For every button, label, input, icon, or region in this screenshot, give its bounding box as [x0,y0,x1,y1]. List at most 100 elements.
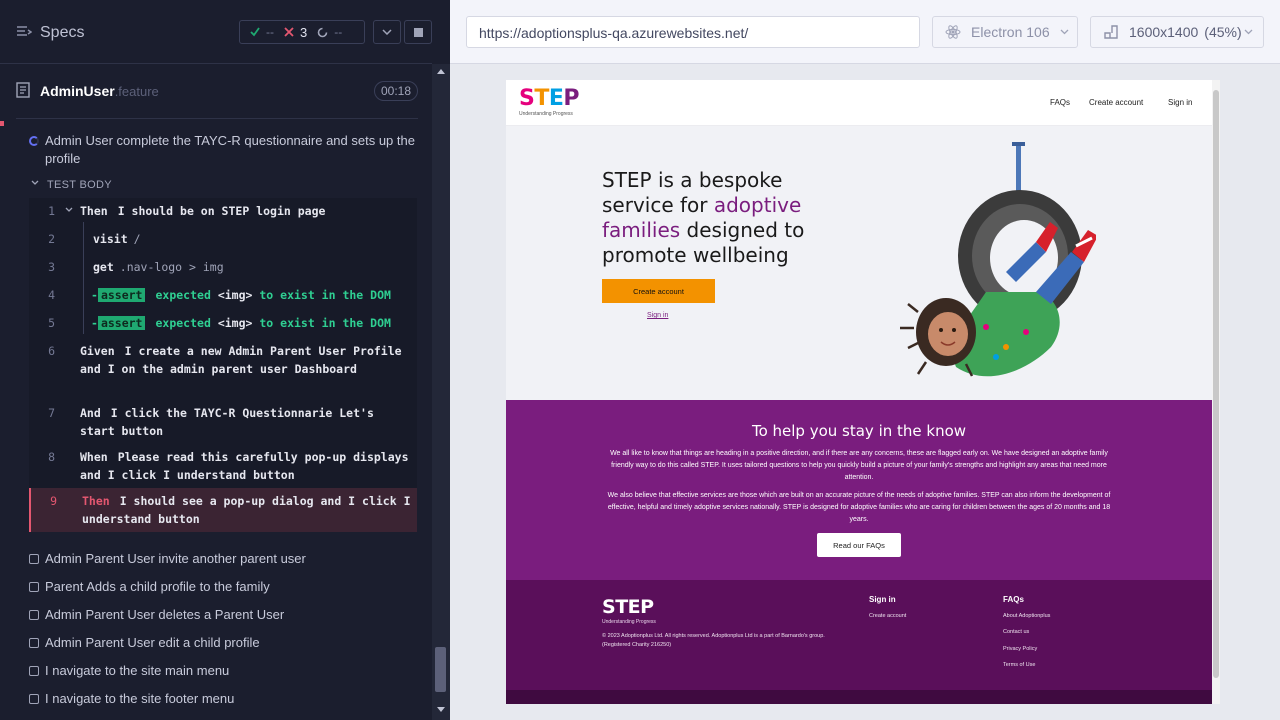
pending-icon [29,610,39,620]
pending-test-item[interactable]: Admin Parent User edit a child profile [29,634,419,654]
command-row[interactable]: 8 When Please read this carefully pop-up … [29,448,417,484]
electron-icon [945,25,961,39]
failed-stat: 3 [284,25,307,40]
command-keyword: visit [93,232,128,246]
pending-test-label: I navigate to the site main menu [45,663,230,678]
specs-icon[interactable] [16,24,32,40]
pending-test-item[interactable]: Admin Parent User invite another parent … [29,550,419,570]
site-logo[interactable]: STEP Understanding Progress [519,86,580,118]
aut-scrollbar-thumb[interactable] [1213,90,1219,678]
spec-name: AdminUser [40,83,115,99]
pending-test-label: Admin Parent User edit a child profile [45,635,260,650]
command-row[interactable]: 6 Given I create a new Admin Parent User … [29,342,417,396]
tyre-swing-illustration [900,142,1096,377]
reporter-header: Specs -- 3 -- [0,0,432,64]
duration-badge: 00:18 [373,81,418,101]
assert-text: to exist in the DOM [259,288,391,302]
current-test-title[interactable]: Admin User complete the TAYC-R questionn… [45,132,415,168]
command-row[interactable]: 7 And I click the TAYC-R Questionnarie Le… [29,404,417,440]
sign-in-link[interactable]: Sign in [647,312,668,319]
command-keyword: And [80,406,101,420]
info-section: To help you stay in the know We all like… [506,400,1212,580]
command-number: 6 [48,344,55,358]
info-paragraph: We also believe that effective services … [607,492,1111,523]
footer-copyright: © 2023 Adoptionplus Ltd. All rights rese… [602,633,825,648]
browser-name: Electron 106 [971,24,1050,40]
footer-link[interactable]: Create account [869,613,906,619]
preview-toolbar: https://adoptionsplus-qa.azurewebsites.n… [450,0,1280,64]
command-row-failed[interactable]: 9 Then I should see a pop-up dialog and I… [29,488,417,532]
footer-link[interactable]: Contact us [1003,629,1029,635]
app-preview-panel: https://adoptionsplus-qa.azurewebsites.n… [450,0,1280,720]
command-text: I click the TAYC-R Questionnarie Let's s… [80,406,374,438]
logo-wordmark: STEP [519,86,580,111]
logo-wordmark: STEP [602,596,654,618]
nav-faqs-link[interactable]: FAQs [1050,98,1070,107]
nesting-line [83,222,84,334]
nav-create-account-link[interactable]: Create account [1089,98,1143,107]
site-nav: STEP Understanding Progress FAQs Create … [506,80,1212,126]
footer-bottom-strip [506,690,1212,704]
dropdown-button[interactable] [373,20,401,44]
assert-badge: assert [97,316,146,330]
command-number: 5 [48,316,55,330]
pending-icon [29,666,39,676]
site-footer: STEP Understanding Progress © 2023 Adopt… [506,580,1212,690]
passed-stat: -- [250,25,274,39]
chevron-down-icon[interactable] [65,207,73,213]
pending-test-item[interactable]: I navigate to the site main menu [29,662,419,682]
url-bar[interactable]: https://adoptionsplus-qa.azurewebsites.n… [466,16,920,48]
footer-link[interactable]: Terms of Use [1003,662,1035,668]
command-log: 1 Then I should be on STEP login page 2 v… [29,198,417,532]
command-text: I should see a pop-up dialog and I click… [82,494,411,526]
chevron-down-icon[interactable] [31,180,39,186]
spinner-icon [317,27,328,37]
scrollbar-thumb[interactable] [435,647,446,692]
hero-section: STEP is a bespoke service for adoptive f… [506,126,1212,400]
assert-element: <img> [217,288,253,302]
read-faqs-button[interactable]: Read our FAQs [817,533,901,557]
scroll-up-arrow[interactable] [437,69,445,74]
viewport-selector[interactable]: 1600x1400 (45%) [1090,16,1264,48]
footer-faqs-heading[interactable]: FAQs [1003,595,1024,604]
zoom-level: (45%) [1204,24,1242,40]
chevron-down-icon [382,29,392,35]
pending-icon [29,582,39,592]
command-keyword: get [93,260,114,274]
command-number: 2 [48,232,55,246]
pending-test-item[interactable]: Parent Adds a child profile to the famil… [29,578,419,598]
pending-test-item[interactable]: I navigate to the site footer menu [29,690,419,710]
pending-icon [29,694,39,704]
pending-test-label: I navigate to the site footer menu [45,691,235,706]
specs-title[interactable]: Specs [40,24,84,42]
assert-element: <img> [217,316,253,330]
spec-file-row[interactable]: AdminUser.feature 00:18 [16,80,418,104]
pending-test-item[interactable]: Admin Parent User deletes a Parent User [29,606,419,626]
check-icon [250,27,260,37]
nav-sign-in-link[interactable]: Sign in [1168,98,1192,107]
footer-signin-heading[interactable]: Sign in [869,595,896,604]
passed-count: -- [266,25,274,39]
footer-link[interactable]: About Adoptionplus [1003,613,1050,619]
scrollbar-track[interactable] [432,64,450,720]
footer-logo[interactable]: STEP Understanding Progress [602,596,656,625]
command-text: I should be on STEP login page [117,204,326,218]
aut-scrollbar[interactable] [1212,80,1220,704]
command-number: 7 [48,406,55,420]
spec-file-name: AdminUser.feature [40,83,159,99]
hero-heading: STEP is a bespoke service for adoptive f… [602,168,832,268]
failure-marker [0,121,4,126]
stop-button[interactable] [404,20,432,44]
test-body-label[interactable]: TEST BODY [47,179,112,191]
spec-extension: .feature [114,84,159,99]
assert-badge: assert [97,288,146,302]
info-paragraph: We all like to know that things are head… [610,450,1108,481]
footer-link[interactable]: Privacy Policy [1003,646,1037,652]
create-account-button[interactable]: Create account [602,279,715,303]
chevron-down-icon [1244,29,1253,35]
command-number: 8 [48,450,55,464]
command-text: Please read this carefully pop-up displa… [80,450,409,482]
scroll-down-arrow[interactable] [437,707,445,712]
browser-selector[interactable]: Electron 106 [932,16,1078,48]
pending-count: -- [334,25,343,39]
